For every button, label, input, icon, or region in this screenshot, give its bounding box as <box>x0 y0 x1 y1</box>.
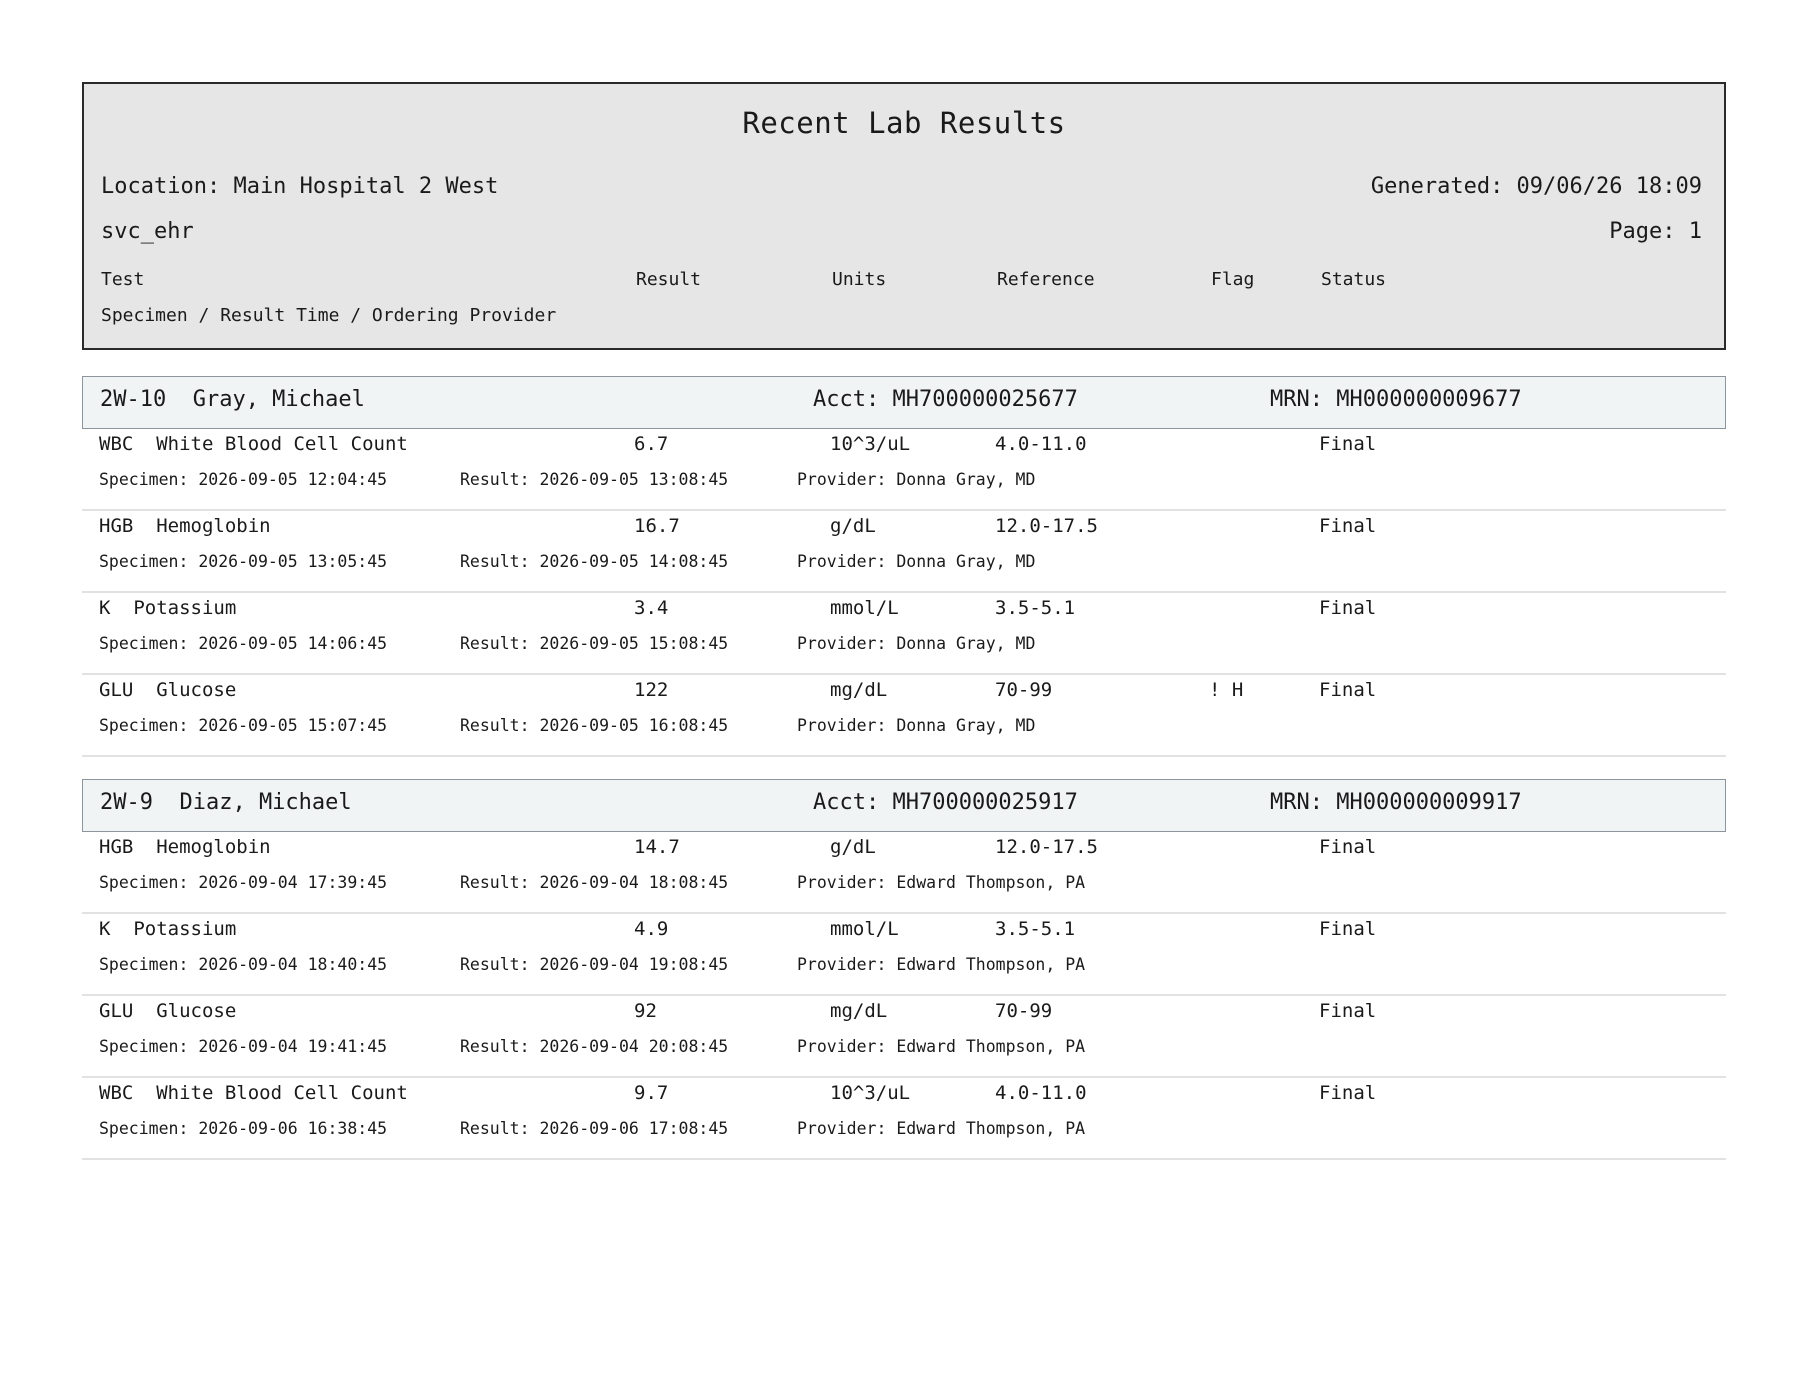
result-units: mg/dL <box>830 679 888 701</box>
ordering-provider: Provider: Donna Gray, MD <box>797 470 1036 489</box>
result-reference: 70-99 <box>995 1000 1053 1022</box>
result-time: Result: 2026-09-06 17:08:45 <box>460 1119 729 1138</box>
result-status: Final <box>1319 597 1377 619</box>
patient-room-name: 2W-9 Diaz, Michael <box>100 790 352 815</box>
result-value: 9.7 <box>634 1082 669 1104</box>
result-status: Final <box>1319 1082 1377 1104</box>
result-test: K Potassium <box>99 597 237 619</box>
result-reference: 12.0-17.5 <box>995 836 1098 858</box>
report-title: Recent Lab Results <box>742 106 1066 140</box>
patient-account: Acct: MH700000025917 <box>813 790 1078 815</box>
result-test: WBC White Blood Cell Count <box>99 1082 408 1104</box>
ordering-provider: Provider: Donna Gray, MD <box>797 552 1036 571</box>
column-header-units: Units <box>832 269 887 290</box>
result-units: mmol/L <box>830 918 899 940</box>
result-time: Result: 2026-09-05 14:08:45 <box>460 552 729 571</box>
result-row: K Potassium 3.4 mmol/L 3.5-5.1 Final Spe… <box>82 593 1726 675</box>
result-row: WBC White Blood Cell Count 9.7 10^3/uL 4… <box>82 1078 1726 1160</box>
patient-account: Acct: MH700000025677 <box>813 387 1078 412</box>
report-header: Recent Lab Results Location: Main Hospit… <box>82 82 1726 350</box>
patient-mrn: MRN: MH000000009917 <box>1270 790 1522 815</box>
specimen-time: Specimen: 2026-09-05 14:06:45 <box>99 634 388 653</box>
specimen-time: Specimen: 2026-09-04 19:41:45 <box>99 1037 388 1056</box>
result-row: GLU Glucose 92 mg/dL 70-99 Final Specime… <box>82 996 1726 1078</box>
result-test: WBC White Blood Cell Count <box>99 433 408 455</box>
ordering-provider: Provider: Edward Thompson, PA <box>797 1119 1086 1138</box>
result-time: Result: 2026-09-05 13:08:45 <box>460 470 729 489</box>
result-row: GLU Glucose 122 mg/dL 70-99 ! H Final Sp… <box>82 675 1726 757</box>
result-reference: 70-99 <box>995 679 1053 701</box>
result-time: Result: 2026-09-05 15:08:45 <box>460 634 729 653</box>
result-time: Result: 2026-09-04 20:08:45 <box>460 1037 729 1056</box>
user-id: svc_ehr <box>101 219 194 244</box>
column-header-result: Result <box>636 269 702 290</box>
result-reference: 12.0-17.5 <box>995 515 1098 537</box>
result-reference: 3.5-5.1 <box>995 597 1076 619</box>
result-units: g/dL <box>830 515 876 537</box>
ordering-provider: Provider: Edward Thompson, PA <box>797 873 1086 892</box>
patient-room-name: 2W-10 Gray, Michael <box>100 387 365 412</box>
result-test: GLU Glucose <box>99 679 237 701</box>
specimen-time: Specimen: 2026-09-05 13:05:45 <box>99 552 388 571</box>
result-test: HGB Hemoglobin <box>99 836 271 858</box>
result-status: Final <box>1319 836 1377 858</box>
result-value: 92 <box>634 1000 657 1022</box>
result-value: 14.7 <box>634 836 680 858</box>
result-units: 10^3/uL <box>830 433 911 455</box>
result-test: HGB Hemoglobin <box>99 515 271 537</box>
specimen-time: Specimen: 2026-09-06 16:38:45 <box>99 1119 388 1138</box>
result-status: Final <box>1319 679 1377 701</box>
result-units: mmol/L <box>830 597 899 619</box>
result-time: Result: 2026-09-05 16:08:45 <box>460 716 729 735</box>
patient-mrn: MRN: MH000000009677 <box>1270 387 1522 412</box>
specimen-time: Specimen: 2026-09-05 12:04:45 <box>99 470 388 489</box>
column-header-test: Test <box>101 269 145 290</box>
result-reference: 4.0-11.0 <box>995 433 1087 455</box>
result-time: Result: 2026-09-04 18:08:45 <box>460 873 729 892</box>
location-label: Location: Main Hospital 2 West <box>101 174 499 199</box>
specimen-time: Specimen: 2026-09-04 18:40:45 <box>99 955 388 974</box>
result-test: K Potassium <box>99 918 237 940</box>
result-units: 10^3/uL <box>830 1082 911 1104</box>
result-units: g/dL <box>830 836 876 858</box>
patient-header: 2W-10 Gray, Michael Acct: MH700000025677… <box>82 376 1726 429</box>
ordering-provider: Provider: Edward Thompson, PA <box>797 955 1086 974</box>
result-value: 3.4 <box>634 597 669 619</box>
result-value: 4.9 <box>634 918 669 940</box>
result-test: GLU Glucose <box>99 1000 237 1022</box>
column-header-status: Status <box>1321 269 1387 290</box>
result-row: K Potassium 4.9 mmol/L 3.5-5.1 Final Spe… <box>82 914 1726 996</box>
generated-timestamp: Generated: 09/06/26 18:09 <box>1370 174 1702 199</box>
result-reference: 4.0-11.0 <box>995 1082 1087 1104</box>
result-status: Final <box>1319 433 1377 455</box>
result-status: Final <box>1319 918 1377 940</box>
result-row: WBC White Blood Cell Count 6.7 10^3/uL 4… <box>82 429 1726 511</box>
column-header-flag: Flag <box>1211 269 1255 290</box>
result-status: Final <box>1319 1000 1377 1022</box>
specimen-time: Specimen: 2026-09-05 15:07:45 <box>99 716 388 735</box>
result-status: Final <box>1319 515 1377 537</box>
page-number: Page: 1 <box>1609 219 1702 244</box>
result-value: 16.7 <box>634 515 680 537</box>
result-flag: ! H <box>1209 679 1244 701</box>
column-subheader: Specimen / Result Time / Ordering Provid… <box>101 305 557 326</box>
specimen-time: Specimen: 2026-09-04 17:39:45 <box>99 873 388 892</box>
result-row: HGB Hemoglobin 14.7 g/dL 12.0-17.5 Final… <box>82 832 1726 914</box>
ordering-provider: Provider: Donna Gray, MD <box>797 634 1036 653</box>
result-row: HGB Hemoglobin 16.7 g/dL 12.0-17.5 Final… <box>82 511 1726 593</box>
column-header-reference: Reference <box>997 269 1095 290</box>
result-reference: 3.5-5.1 <box>995 918 1076 940</box>
patient-header: 2W-9 Diaz, Michael Acct: MH700000025917 … <box>82 779 1726 832</box>
result-value: 6.7 <box>634 433 669 455</box>
ordering-provider: Provider: Edward Thompson, PA <box>797 1037 1086 1056</box>
result-value: 122 <box>634 679 669 701</box>
result-time: Result: 2026-09-04 19:08:45 <box>460 955 729 974</box>
result-units: mg/dL <box>830 1000 888 1022</box>
ordering-provider: Provider: Donna Gray, MD <box>797 716 1036 735</box>
